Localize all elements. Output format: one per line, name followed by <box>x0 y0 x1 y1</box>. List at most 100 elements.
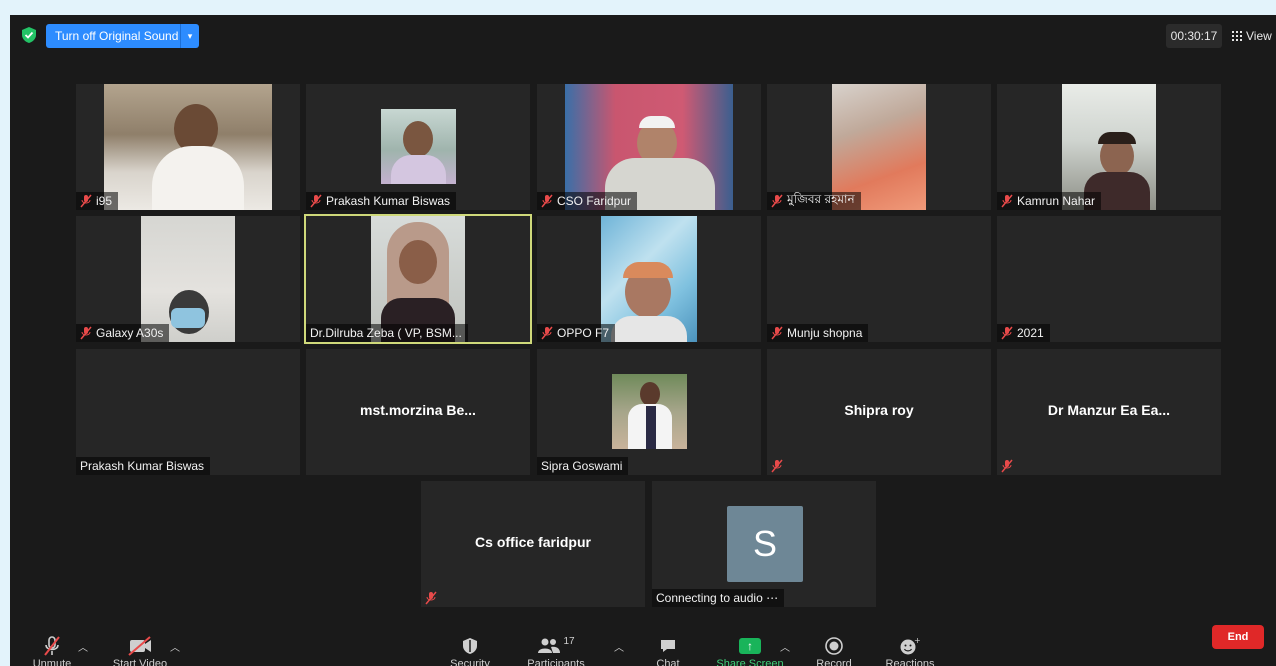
participant-tile[interactable]: 2021 <box>997 216 1221 342</box>
participant-name: Dr.Dilruba Zeba ( VP, BSM... <box>310 326 462 340</box>
participants-label: Participants <box>527 658 585 666</box>
participant-nametag: CSO Faridpur <box>537 192 638 210</box>
end-meeting-button[interactable]: End <box>1212 625 1264 649</box>
participant-name: Prakash Kumar Biswas <box>326 194 451 208</box>
participant-video <box>612 374 687 449</box>
participant-nametag <box>997 457 1019 475</box>
participant-name: i95 <box>96 194 113 208</box>
mic-muted-icon <box>1001 459 1013 473</box>
participant-name: OPPO F7 <box>557 326 610 340</box>
mic-muted-icon <box>541 194 553 208</box>
participant-nametag <box>421 589 443 607</box>
participant-tile[interactable]: OPPO F7 <box>537 216 761 342</box>
share-screen-icon: ↑ <box>739 638 761 654</box>
participant-name: মুজিবর রহমান <box>787 192 855 206</box>
participants-count: 17 <box>563 635 575 647</box>
participant-tile[interactable]: Cs office faridpur <box>421 481 645 607</box>
chevron-up-icon[interactable]: ︿ <box>780 639 790 654</box>
svg-text:+: + <box>914 636 921 645</box>
chat-label: Chat <box>656 658 680 666</box>
participants-button[interactable]: 17 Participants <box>510 635 602 666</box>
participant-name-center: Cs office faridpur <box>475 534 591 550</box>
participant-tile[interactable]: Sipra Goswami <box>537 349 761 475</box>
chevron-up-icon[interactable]: ︿ <box>170 639 180 654</box>
shield-icon <box>462 635 478 657</box>
start-video-button[interactable]: Start Video <box>108 635 172 666</box>
mic-muted-icon <box>541 326 553 340</box>
avatar: S <box>727 506 803 582</box>
mic-muted-icon <box>771 194 783 208</box>
participant-video <box>381 109 456 184</box>
security-button[interactable]: Security <box>448 635 492 666</box>
participant-tile[interactable]: মুজিবর রহমান <box>767 84 991 210</box>
unmute-label: Unmute <box>32 658 72 666</box>
start-video-label: Start Video <box>112 658 168 666</box>
participant-nametag: Connecting to audio ⋯ <box>652 589 785 607</box>
participant-name: 2021 <box>1017 326 1044 340</box>
participant-tile-active-speaker[interactable]: Dr.Dilruba Zeba ( VP, BSM... <box>304 214 532 344</box>
participant-name-center: mst.morzina Be... <box>360 402 476 418</box>
mic-muted-icon <box>1001 326 1013 340</box>
participant-nametag: Kamrun Nahar <box>997 192 1102 210</box>
mic-muted-icon <box>42 635 62 657</box>
share-screen-label: Share Screen <box>716 658 784 666</box>
chevron-down-icon[interactable]: ▾ <box>180 24 199 48</box>
participant-tile[interactable]: i95 <box>76 84 300 210</box>
reactions-label: Reactions <box>885 658 935 666</box>
meeting-toolbar: Unmute ︿ Start Video ︿ Security 17 Parti… <box>10 635 1276 666</box>
view-label: View <box>1246 29 1272 43</box>
mic-muted-icon <box>310 194 322 208</box>
participant-name: CSO Faridpur <box>557 194 632 208</box>
participant-name: Sipra Goswami <box>541 459 623 473</box>
participant-tile[interactable]: mst.morzina Be... <box>306 349 530 475</box>
participant-tile[interactable]: Prakash Kumar Biswas <box>306 84 530 210</box>
participant-tile[interactable]: S Connecting to audio ⋯ <box>652 481 876 607</box>
participant-nametag: i95 <box>76 192 119 210</box>
mic-muted-icon <box>80 194 92 208</box>
mic-muted-icon <box>771 326 783 340</box>
participant-tile[interactable]: CSO Faridpur <box>537 84 761 210</box>
record-button[interactable]: Record <box>810 635 858 666</box>
participant-nametag: Munju shopna <box>767 324 869 342</box>
participants-icon: 17 <box>537 635 575 657</box>
mic-muted-icon <box>80 326 92 340</box>
unmute-button[interactable]: Unmute <box>30 635 74 666</box>
chevron-up-icon[interactable]: ︿ <box>78 639 88 654</box>
participant-nametag: 2021 <box>997 324 1050 342</box>
original-sound-label: Turn off Original Sound <box>55 29 179 43</box>
participant-name: Connecting to audio ⋯ <box>656 591 779 605</box>
participant-nametag: Sipra Goswami <box>537 457 629 475</box>
participant-tile[interactable]: Prakash Kumar Biswas <box>76 349 300 475</box>
participant-nametag: Galaxy A30s <box>76 324 170 342</box>
zoom-meeting-window: Turn off Original Sound ▾ 00:30:17 View … <box>10 15 1276 666</box>
participant-nametag <box>767 457 789 475</box>
mic-muted-icon <box>425 591 437 605</box>
participant-nametag: Prakash Kumar Biswas <box>76 457 211 475</box>
participant-name: Prakash Kumar Biswas <box>80 459 205 473</box>
participant-name: Galaxy A30s <box>96 326 164 340</box>
original-sound-button[interactable]: Turn off Original Sound ▾ <box>46 24 199 48</box>
participant-tile[interactable]: Munju shopna <box>767 216 991 342</box>
share-screen-button[interactable]: ↑ Share Screen <box>710 635 790 666</box>
record-icon <box>824 635 844 657</box>
video-off-icon <box>126 635 154 657</box>
view-button[interactable]: View <box>1232 24 1276 48</box>
participant-name-center: Shipra roy <box>844 402 914 418</box>
participant-nametag: Dr.Dilruba Zeba ( VP, BSM... <box>306 324 468 342</box>
participant-tile[interactable]: Dr Manzur Ea Ea... <box>997 349 1221 475</box>
meeting-timer: 00:30:17 <box>1166 24 1222 48</box>
chat-button[interactable]: Chat <box>648 635 688 666</box>
participant-tile[interactable]: Kamrun Nahar <box>997 84 1221 210</box>
participant-nametag: মুজিবর রহমান <box>767 192 861 210</box>
reactions-icon: + <box>899 635 921 657</box>
participant-name: Kamrun Nahar <box>1017 194 1096 208</box>
security-label: Security <box>450 658 490 666</box>
participant-name-center: Dr Manzur Ea Ea... <box>1047 402 1171 418</box>
participant-tile[interactable]: Shipra roy <box>767 349 991 475</box>
shield-icon[interactable] <box>22 27 36 43</box>
grid-icon <box>1232 31 1242 41</box>
reactions-button[interactable]: + Reactions <box>878 635 942 666</box>
chevron-up-icon[interactable]: ︿ <box>614 639 624 654</box>
participant-tile[interactable]: Galaxy A30s <box>76 216 300 342</box>
chat-icon <box>659 635 677 657</box>
